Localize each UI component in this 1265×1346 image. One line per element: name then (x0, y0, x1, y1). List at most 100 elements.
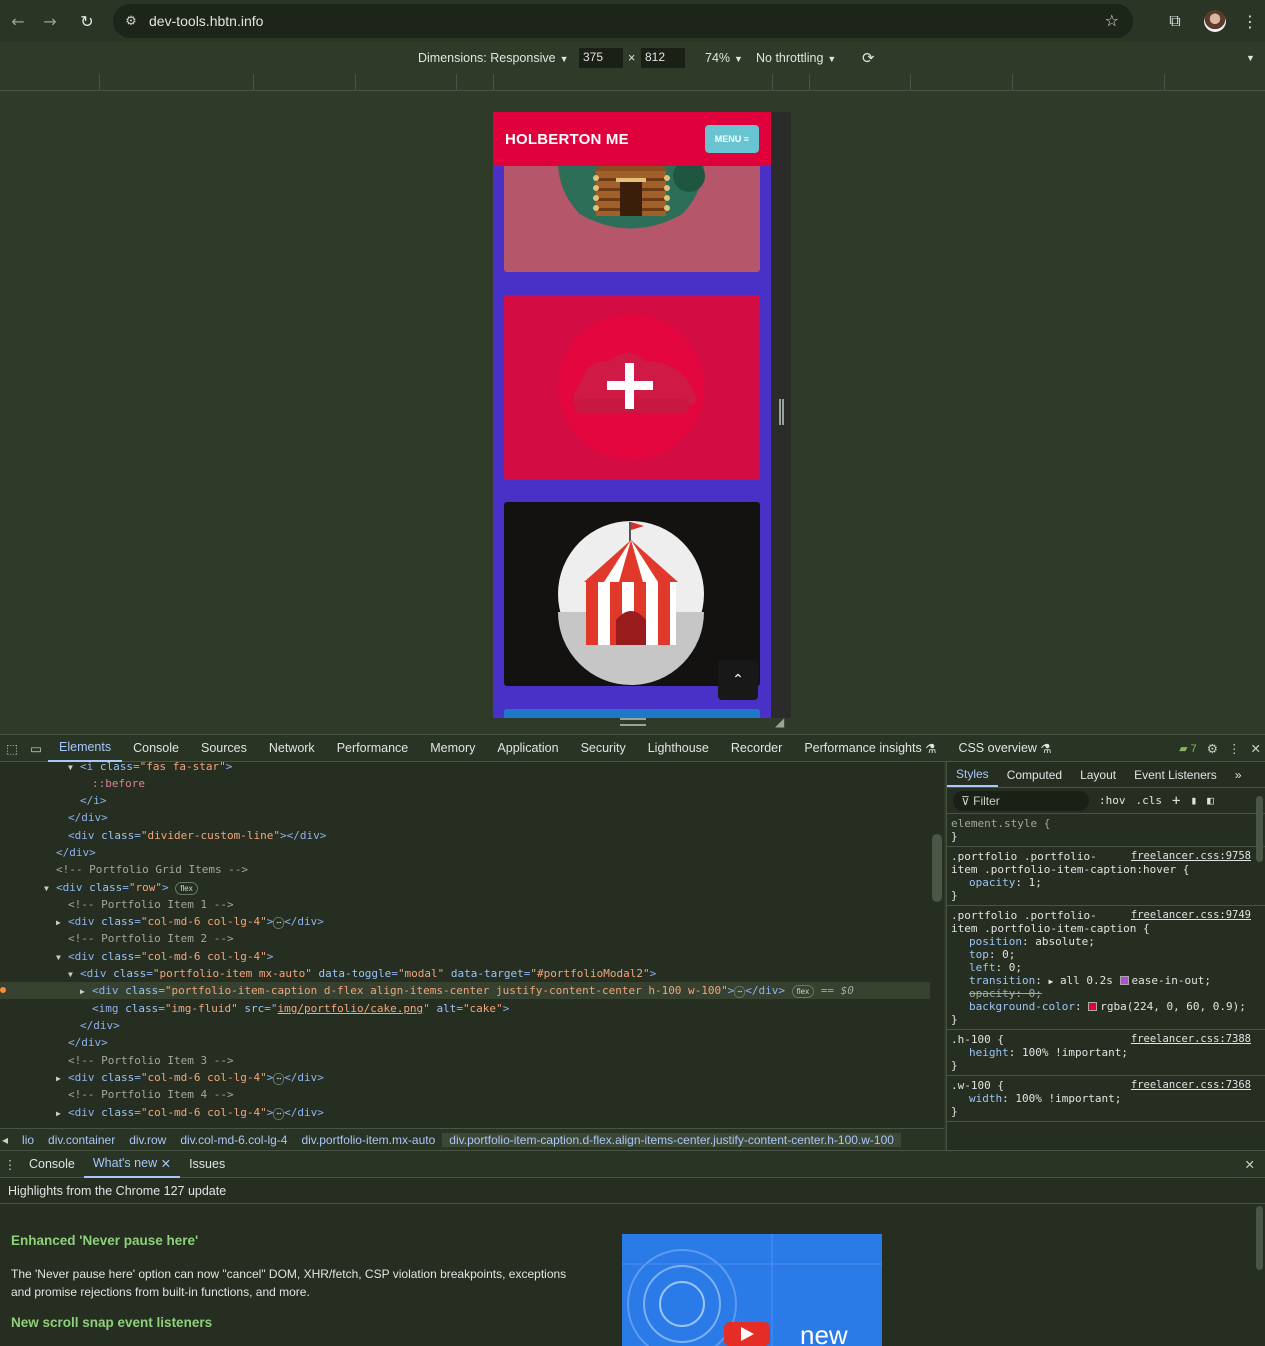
color-swatch-icon[interactable] (1088, 1002, 1098, 1011)
dom-line[interactable]: </div> (0, 1017, 930, 1034)
tab-performance-insights[interactable]: Performance insights ⚗ (793, 735, 947, 762)
styles-scrollbar[interactable] (1254, 790, 1265, 1150)
elements-scrollbar[interactable] (930, 762, 944, 1128)
dom-line[interactable]: ::before (0, 775, 930, 792)
breadcrumb-item[interactable]: div.col-md-6.col-lg-4 (173, 1133, 294, 1147)
drawer-scrollbar[interactable] (1254, 1204, 1265, 1346)
portfolio-item-cake[interactable] (504, 295, 760, 480)
dom-line[interactable]: </div> (0, 844, 930, 861)
dom-line[interactable]: </div> (0, 1034, 930, 1051)
resize-handle-corner[interactable]: ◢ (775, 715, 784, 729)
close-tab-icon[interactable]: ✕ (161, 1156, 171, 1171)
source-link[interactable]: freelancer.css:9758 (1131, 850, 1251, 862)
dom-line[interactable]: ▶ <div class="col-md-6 col-lg-4"> ⋯ </div> (0, 913, 930, 930)
whats-new-video-thumbnail[interactable]: new (622, 1234, 882, 1346)
site-info-icon[interactable]: ⚙ (113, 14, 149, 29)
style-property[interactable]: transition: ▶ all 0.2s ease-in-out; (951, 974, 1261, 987)
style-property[interactable]: height: 100% !important; (951, 1046, 1261, 1059)
scroll-to-top-button[interactable]: ⌃ (718, 660, 758, 700)
tab-sources[interactable]: Sources (190, 735, 258, 762)
reload-button[interactable]: ↻ (69, 3, 105, 39)
bookmark-star-icon[interactable]: ☆ (1105, 11, 1119, 30)
breadcrumb-item[interactable]: div.portfolio-item.mx-auto (294, 1133, 442, 1147)
tab-event-listeners[interactable]: Event Listeners (1125, 762, 1226, 787)
mobile-page[interactable]: HOLBERTON ME MENU ≡ ⌃ (493, 112, 771, 718)
breadcrumb-item[interactable]: div.row (122, 1133, 173, 1147)
style-rule-h100[interactable]: freelancer.css:7388 .h-100 { height: 100… (947, 1030, 1265, 1076)
address-bar[interactable]: ⚙ dev-tools.hbtn.info ☆ (113, 4, 1133, 38)
dom-line[interactable]: </div> (0, 809, 930, 826)
menu-button[interactable]: MENU ≡ (704, 125, 759, 153)
style-rule-hover[interactable]: freelancer.css:9758 .portfolio .portfoli… (947, 847, 1265, 906)
tab-network[interactable]: Network (258, 735, 326, 762)
height-input[interactable]: 812 (641, 48, 685, 68)
profile-button[interactable] (1195, 3, 1235, 39)
cls-toggle[interactable]: .cls (1136, 794, 1163, 807)
width-input[interactable]: 375 (579, 48, 623, 68)
style-property[interactable]: opacity: 1; (951, 876, 1261, 889)
tab-layout[interactable]: Layout (1071, 762, 1125, 787)
zoom-dropdown[interactable]: 74% ▼ (705, 51, 743, 65)
tab-console[interactable]: Console (122, 735, 190, 762)
feature-title[interactable]: Enhanced 'Never pause here' (11, 1233, 198, 1248)
tab-lighthouse[interactable]: Lighthouse (637, 735, 720, 762)
sidebar-toggle-icon[interactable]: ◧ (1207, 794, 1214, 807)
more-options-caret-icon[interactable]: ▼ (1246, 53, 1255, 63)
tab-computed[interactable]: Computed (998, 762, 1071, 787)
site-brand[interactable]: HOLBERTON ME (505, 131, 629, 148)
hov-toggle[interactable]: :hov (1099, 794, 1126, 807)
device-toggle-icon[interactable]: ▭ (24, 741, 48, 756)
tab-styles[interactable]: Styles (947, 762, 998, 787)
more-vert-icon[interactable]: ⋮ (1228, 741, 1241, 756)
close-devtools-icon[interactable]: ✕ (1251, 741, 1261, 756)
style-property[interactable]: left: 0; (951, 961, 1261, 974)
style-rule-element[interactable]: element.style { } (947, 814, 1265, 847)
new-rule-icon[interactable]: + (1172, 793, 1180, 809)
back-button[interactable]: ← (0, 3, 36, 39)
breadcrumb-item-current[interactable]: div.portfolio-item-caption.d-flex.align-… (442, 1132, 901, 1147)
style-property[interactable]: background-color: rgba(224, 0, 60, 0.9); (951, 1000, 1261, 1013)
issues-badge[interactable]: ▰ 7 (1179, 742, 1197, 755)
dom-line[interactable]: ▼ <div class="portfolio-item mx-auto" dat… (0, 965, 930, 982)
paint-roller-icon[interactable]: ▮ (1190, 794, 1197, 807)
dom-line[interactable]: <div class="divider-custom-line"></div> (0, 827, 930, 844)
dom-line[interactable]: <!-- Portfolio Item 1 --> (0, 896, 930, 913)
media-query-ruler[interactable] (0, 74, 1265, 91)
drawer-tab-console[interactable]: Console (20, 1151, 84, 1178)
dom-line[interactable]: ▼ <div class="col-md-6 col-lg-4"> (0, 948, 930, 965)
throttling-dropdown[interactable]: No throttling ▼ (756, 51, 836, 65)
browser-menu-icon[interactable]: ⋮ (1235, 3, 1265, 39)
close-drawer-icon[interactable]: ✕ (1245, 1157, 1255, 1172)
tab-css-overview[interactable]: CSS overview ⚗ (947, 735, 1062, 762)
elements-dom-tree[interactable]: ▼ <i class="fas fa-star"> ::before </i> <… (0, 762, 930, 1128)
dom-line[interactable]: </i> (0, 792, 930, 809)
style-rule-w100[interactable]: freelancer.css:7368 .w-100 { width: 100%… (947, 1076, 1265, 1122)
tab-recorder[interactable]: Recorder (720, 735, 793, 762)
dom-line[interactable]: <img class="img-fluid" src="img/portfoli… (0, 1000, 930, 1017)
breadcrumb-item[interactable]: lio (15, 1133, 41, 1147)
dom-line-selected[interactable]: ▶ <div class="portfolio-item-caption d-fl… (0, 982, 930, 999)
dom-line[interactable]: <!-- Portfolio Grid Items --> (0, 861, 930, 878)
portfolio-item-next[interactable] (504, 709, 760, 718)
style-property[interactable]: position: absolute; (951, 935, 1261, 948)
easing-swatch-icon[interactable] (1119, 976, 1129, 985)
inspect-element-icon[interactable]: ⬚ (0, 741, 24, 756)
drawer-tab-issues[interactable]: Issues (180, 1151, 234, 1178)
breadcrumb-scroll-left-icon[interactable]: ◂ (0, 1133, 15, 1147)
style-property-overridden[interactable]: opacity: 0; (951, 987, 1261, 1000)
dom-line[interactable]: ▼ <div class="row"> flex (0, 879, 930, 896)
portfolio-item-circus[interactable] (504, 502, 760, 686)
feature-title[interactable]: New scroll snap event listeners (11, 1315, 212, 1330)
tab-application[interactable]: Application (486, 735, 569, 762)
forward-button[interactable]: → (32, 3, 68, 39)
settings-gear-icon[interactable]: ⚙ (1207, 741, 1218, 756)
dom-line[interactable]: ▼ <i class="fas fa-star"> (0, 762, 930, 775)
dom-line[interactable]: ▶ <div class="col-md-6 col-lg-4"> ⋯ </div> (0, 1104, 930, 1121)
dom-line[interactable]: <!-- Portfolio Item 2 --> (0, 930, 930, 947)
drawer-menu-icon[interactable]: ⋮ (0, 1157, 20, 1172)
tab-memory[interactable]: Memory (419, 735, 486, 762)
tab-security[interactable]: Security (570, 735, 637, 762)
resize-handle-bottom[interactable] (620, 718, 646, 726)
rotate-icon[interactable]: ⟳ (862, 49, 875, 67)
resize-handle-right[interactable] (779, 399, 784, 425)
